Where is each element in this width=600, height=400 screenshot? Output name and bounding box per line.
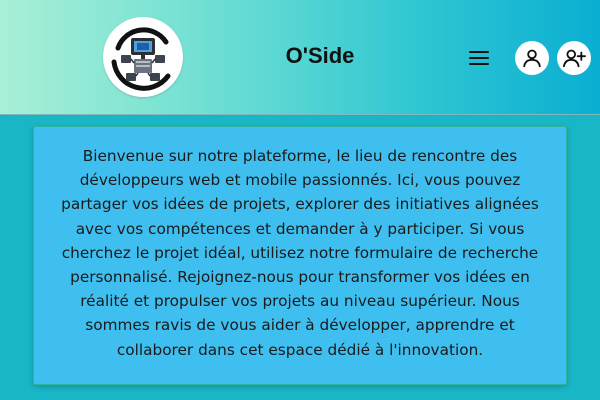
hamburger-menu-icon <box>469 51 489 65</box>
user-icon <box>523 49 541 68</box>
site-logo[interactable] <box>103 17 183 97</box>
user-plus-icon <box>563 49 586 68</box>
top-navigation-bar: O'Side <box>0 0 600 115</box>
register-button[interactable] <box>557 41 591 75</box>
intro-text: Bienvenue sur notre plateforme, le lieu … <box>61 147 539 359</box>
site-title[interactable]: O'Side <box>240 43 400 69</box>
menu-toggle-button[interactable] <box>464 44 494 72</box>
login-button[interactable] <box>515 41 549 75</box>
intro-card: Bienvenue sur notre plateforme, le lieu … <box>33 126 567 385</box>
computer-network-logo-icon <box>111 27 171 91</box>
